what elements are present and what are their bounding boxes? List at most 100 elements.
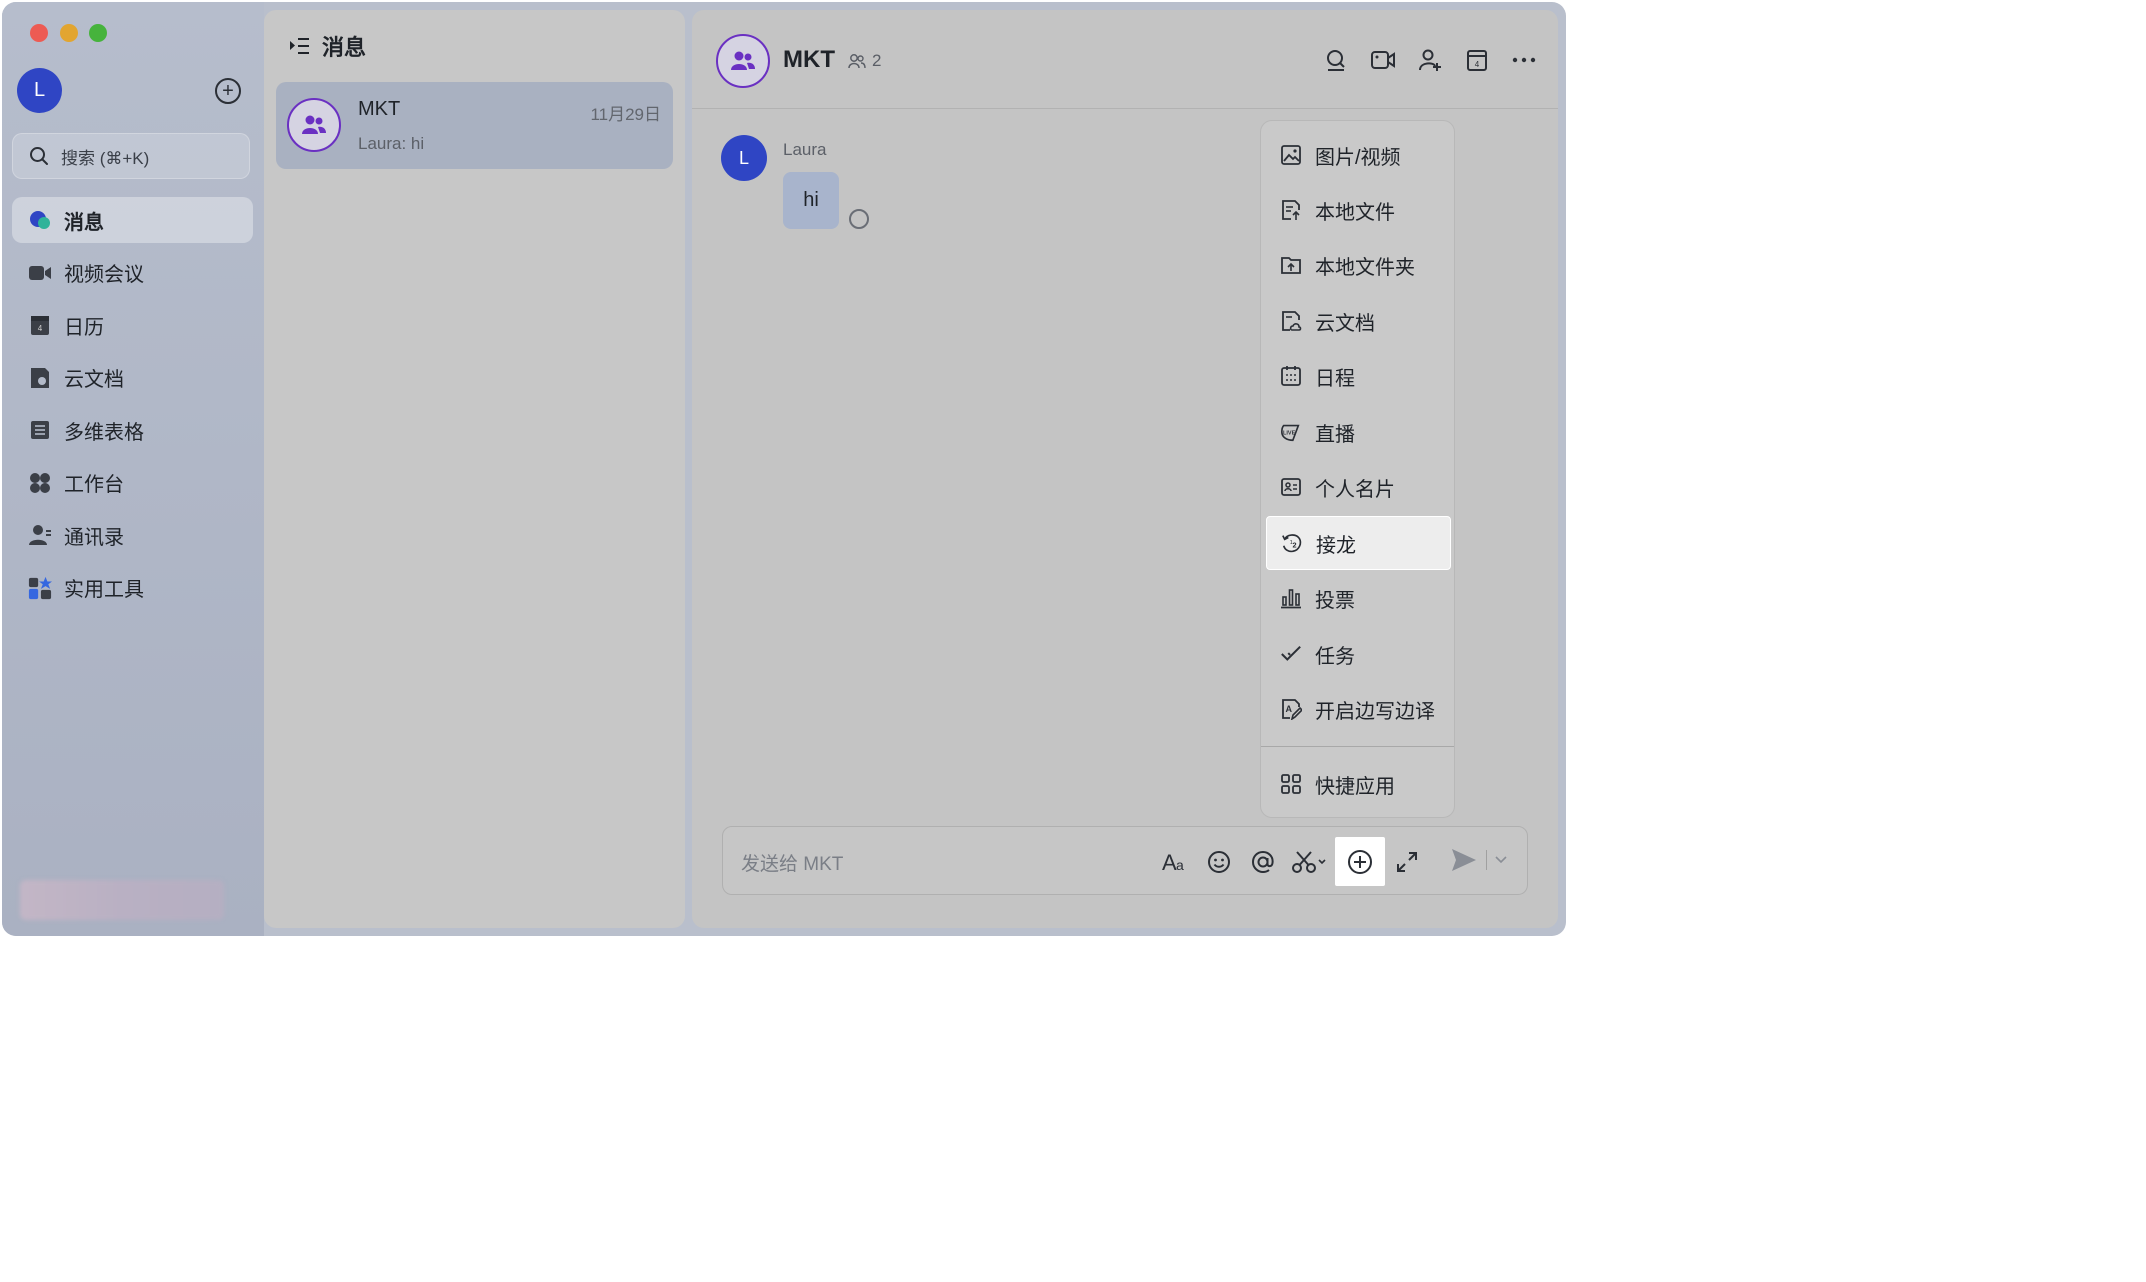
message-composer[interactable]: 发送给 MKT Aa bbox=[722, 826, 1528, 895]
sidebar-item-label: 实用工具 bbox=[64, 579, 144, 601]
svg-text:4: 4 bbox=[1475, 60, 1480, 69]
sidebar-item-calendar[interactable]: 4 日历 bbox=[12, 302, 253, 348]
add-member-icon[interactable] bbox=[1416, 46, 1444, 74]
svg-text:4: 4 bbox=[38, 324, 43, 333]
sidebar-item-workspace[interactable]: 工作台 bbox=[12, 460, 253, 506]
sidebar-item-tools[interactable]: 实用工具 bbox=[12, 565, 253, 611]
group-avatar bbox=[287, 98, 341, 152]
more-actions-plus-button[interactable] bbox=[1335, 837, 1385, 886]
menu-item-translate[interactable]: A 开启边写边译 bbox=[1266, 682, 1451, 736]
user-avatar[interactable]: L bbox=[17, 68, 62, 113]
menu-item-task[interactable]: 任务 bbox=[1266, 627, 1451, 681]
menu-item-label: 开启边写边译 bbox=[1315, 700, 1435, 723]
app-window: L + 搜索 (⌘+K) 消息 视频会议 4 日历 云文档 多维表格 工作台 通… bbox=[2, 2, 1566, 936]
menu-item-label: 图片/视频 bbox=[1315, 146, 1401, 169]
chat-list-title: 消息 bbox=[322, 35, 367, 60]
table-grid-icon bbox=[28, 418, 52, 442]
sender-avatar[interactable]: L bbox=[721, 135, 767, 181]
image-icon bbox=[1280, 144, 1302, 166]
sidebar-item-cloud-docs[interactable]: 云文档 bbox=[12, 355, 253, 401]
menu-item-label: 个人名片 bbox=[1315, 478, 1395, 501]
menu-item-label: 快捷应用 bbox=[1315, 775, 1395, 798]
send-icon[interactable] bbox=[1450, 847, 1478, 873]
message-bubble[interactable]: hi bbox=[783, 172, 839, 229]
translate-icon: A bbox=[1280, 698, 1302, 720]
group-users-icon bbox=[731, 51, 755, 70]
read-status-icon bbox=[849, 209, 869, 229]
blurred-banner bbox=[20, 880, 224, 920]
sidebar-item-video-meeting[interactable]: 视频会议 bbox=[12, 250, 253, 296]
group-avatar[interactable] bbox=[716, 34, 770, 88]
chat-list-panel: 消息 MKT 11月29日 Laura: hi bbox=[264, 10, 685, 928]
menu-item-image-video[interactable]: 图片/视频 bbox=[1266, 128, 1451, 182]
menu-item-cloud-doc[interactable]: 云文档 bbox=[1266, 294, 1451, 348]
task-check-icon bbox=[1280, 643, 1302, 665]
contacts-icon bbox=[28, 523, 52, 547]
sidebar-item-label: 通讯录 bbox=[64, 526, 124, 549]
svg-text:A: A bbox=[1162, 851, 1177, 873]
menu-item-label: 本地文件 bbox=[1315, 201, 1395, 224]
sidebar-item-label: 视频会议 bbox=[64, 264, 144, 286]
collapse-list-icon[interactable] bbox=[288, 35, 310, 57]
emoji-icon[interactable] bbox=[1197, 838, 1241, 885]
svg-text:a: a bbox=[1176, 857, 1184, 873]
member-count-value: 2 bbox=[872, 51, 882, 70]
add-icon[interactable]: + bbox=[215, 78, 241, 104]
svg-text:LIVE: LIVE bbox=[1283, 431, 1296, 437]
menu-item-poll[interactable]: 投票 bbox=[1266, 571, 1451, 625]
menu-item-label: 投票 bbox=[1315, 589, 1355, 612]
svg-text:A: A bbox=[1286, 704, 1293, 714]
chat-date: 11月29日 bbox=[590, 105, 661, 124]
chat-header: MKT 2 4 bbox=[692, 10, 1558, 109]
group-users-icon bbox=[302, 115, 326, 134]
chat-list-header: 消息 bbox=[288, 30, 366, 62]
menu-item-schedule[interactable]: 日程 bbox=[1266, 349, 1451, 403]
expand-icon[interactable] bbox=[1385, 838, 1429, 885]
workspace-grid-icon bbox=[28, 471, 52, 495]
menu-item-local-file[interactable]: 本地文件 bbox=[1266, 183, 1451, 237]
sidebar-item-bitable[interactable]: 多维表格 bbox=[12, 407, 253, 453]
sidebar-item-label: 云文档 bbox=[64, 369, 124, 391]
sidebar-item-label: 工作台 bbox=[64, 474, 124, 496]
member-count[interactable]: 2 bbox=[848, 51, 881, 71]
close-window-button[interactable] bbox=[30, 24, 48, 42]
quick-apps-icon bbox=[1280, 773, 1302, 795]
menu-item-quick-apps[interactable]: 快捷应用 bbox=[1266, 757, 1451, 811]
menu-item-local-folder[interactable]: 本地文件夹 bbox=[1266, 238, 1451, 292]
calendar-icon: 4 bbox=[28, 313, 52, 337]
screenshot-scissors-icon[interactable] bbox=[1285, 838, 1335, 885]
upload-folder-icon bbox=[1280, 254, 1302, 276]
menu-item-live[interactable]: LIVE 直播 bbox=[1266, 405, 1451, 459]
search-placeholder: 搜索 (⌘+K) bbox=[61, 148, 150, 168]
video-call-icon[interactable] bbox=[1369, 46, 1397, 74]
menu-item-relay[interactable]: 12 接龙 bbox=[1266, 516, 1451, 570]
sidebar-item-messages[interactable]: 消息 bbox=[12, 197, 253, 243]
schedule-icon bbox=[1280, 365, 1302, 387]
mention-icon[interactable] bbox=[1241, 838, 1285, 885]
message-bubble-icon bbox=[28, 208, 52, 232]
menu-item-label: 日程 bbox=[1315, 367, 1355, 390]
chat-preview: Laura: hi bbox=[358, 134, 425, 153]
chat-title: MKT bbox=[783, 46, 835, 73]
cloud-doc-icon bbox=[1280, 310, 1302, 332]
calendar-icon[interactable]: 4 bbox=[1463, 46, 1491, 74]
composer-toolbar: Aa bbox=[1153, 837, 1429, 886]
sidebar-item-contacts[interactable]: 通讯录 bbox=[12, 512, 253, 558]
sidebar-item-label: 日历 bbox=[64, 316, 104, 339]
search-chat-icon[interactable] bbox=[1322, 46, 1350, 74]
menu-divider bbox=[1261, 746, 1454, 747]
maximize-window-button[interactable] bbox=[89, 24, 107, 42]
menu-item-contact-card[interactable]: 个人名片 bbox=[1266, 460, 1451, 514]
sender-name: Laura bbox=[783, 140, 827, 159]
text-format-icon[interactable]: Aa bbox=[1153, 838, 1197, 885]
video-camera-icon bbox=[28, 261, 52, 285]
sidebar-nav: 消息 视频会议 4 日历 云文档 多维表格 工作台 通讯录 实用工具 bbox=[12, 197, 253, 617]
more-icon[interactable] bbox=[1510, 46, 1538, 74]
chat-list-item[interactable]: MKT 11月29日 Laura: hi bbox=[276, 82, 673, 169]
search-input[interactable]: 搜索 (⌘+K) bbox=[12, 133, 250, 179]
chevron-down-icon[interactable] bbox=[1495, 856, 1507, 864]
minimize-window-button[interactable] bbox=[60, 24, 78, 42]
menu-item-label: 云文档 bbox=[1315, 312, 1375, 335]
header-actions: 4 bbox=[1303, 46, 1538, 74]
send-divider bbox=[1486, 850, 1487, 870]
